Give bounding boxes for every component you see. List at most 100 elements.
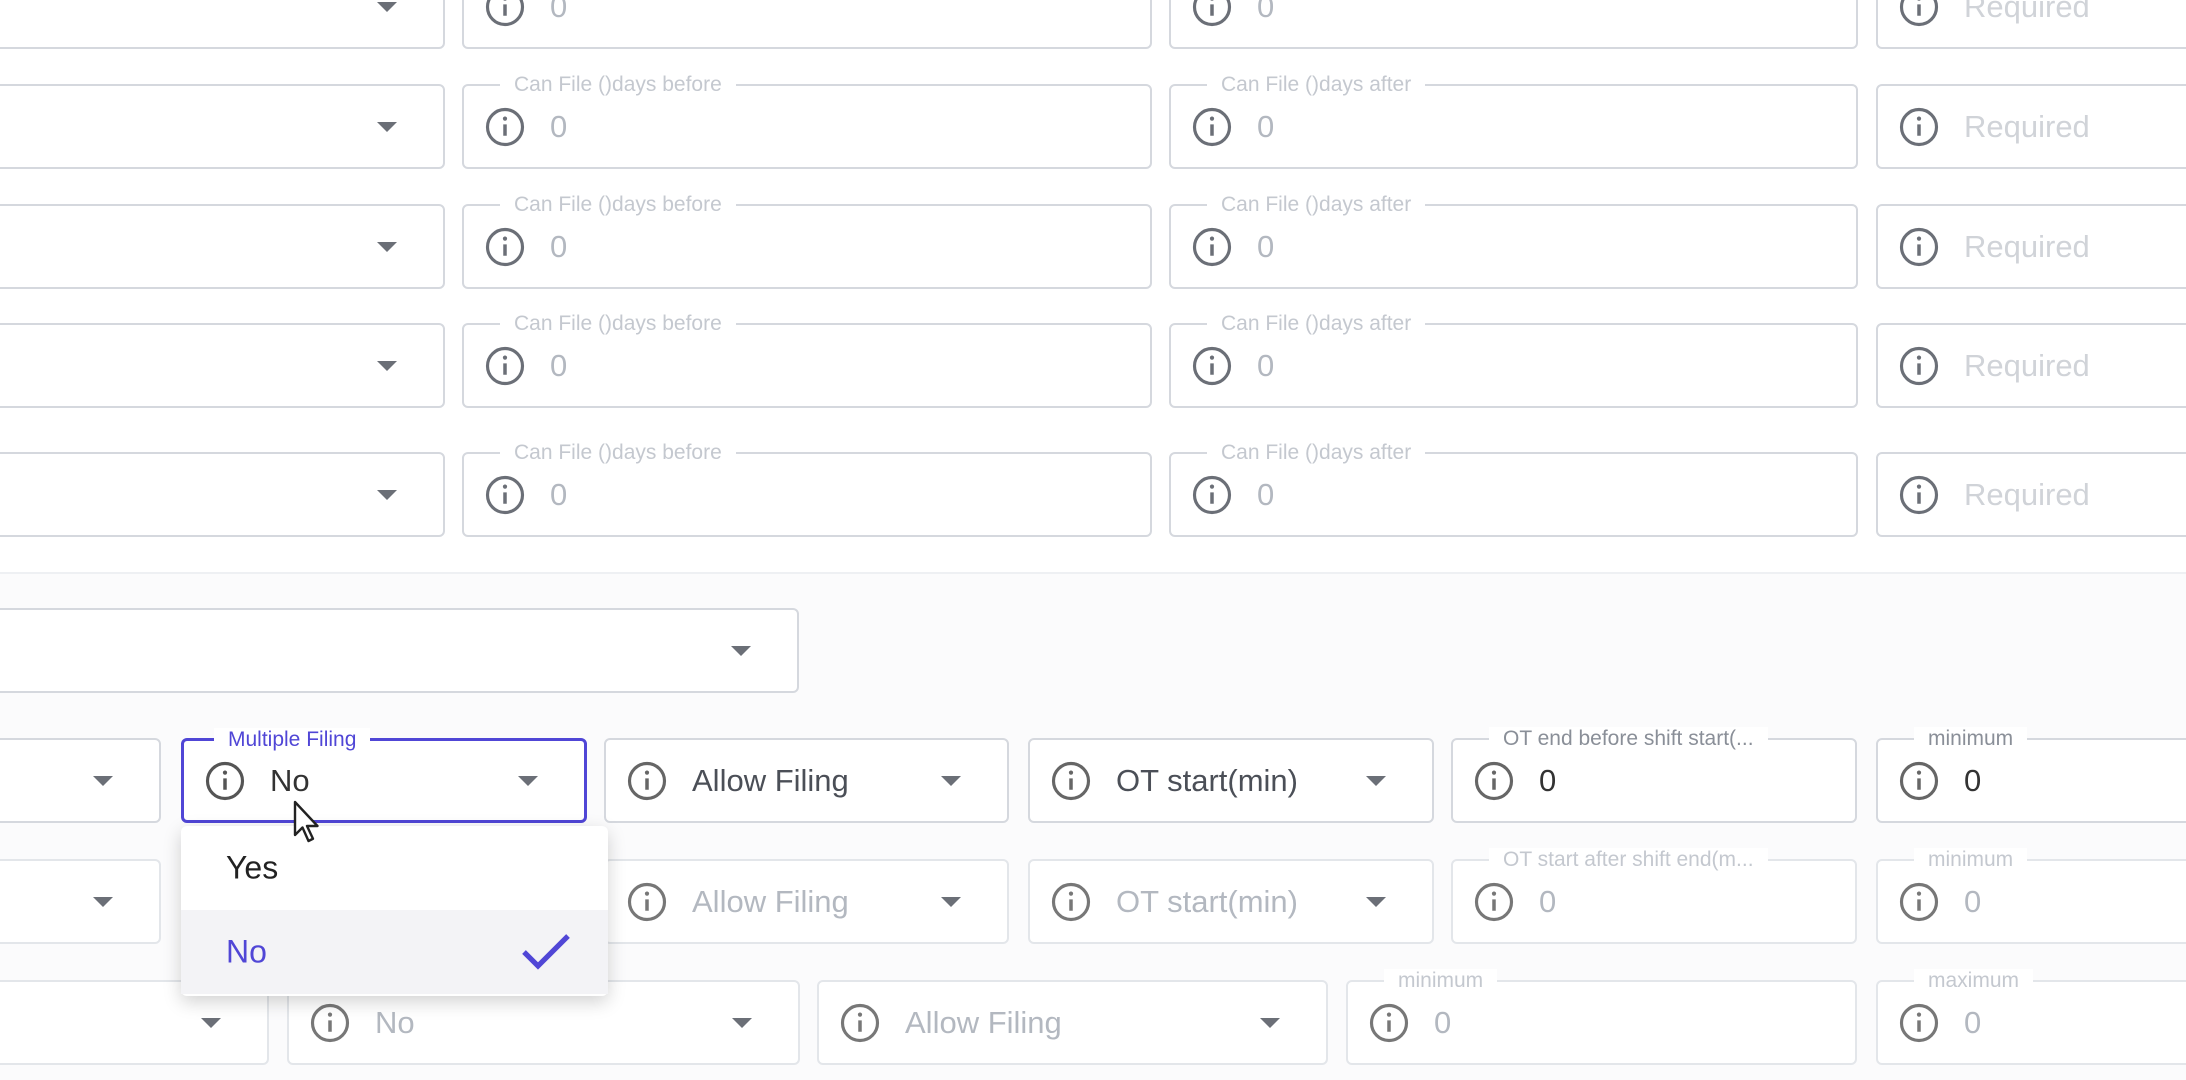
info-icon[interactable] — [484, 226, 526, 268]
info-icon[interactable] — [1050, 760, 1092, 802]
info-icon[interactable] — [626, 760, 668, 802]
info-icon[interactable] — [484, 106, 526, 148]
row-type-select[interactable] — [0, 452, 445, 537]
row-type-select[interactable] — [0, 0, 445, 49]
row-type-select[interactable] — [0, 323, 445, 408]
can-file-days-before-field[interactable]: Can File ()days before 0 — [462, 193, 1152, 289]
ot-end-before-shift-field[interactable]: OT end before shift start(... 0 — [1451, 727, 1857, 823]
required-field[interactable]: Required — [1876, 204, 2186, 289]
option-label: Yes — [226, 849, 279, 886]
can-file-days-before-value: 0 — [550, 108, 568, 144]
can-file-days-after-field[interactable]: Can File ()days after 0 — [1169, 441, 1858, 537]
info-icon[interactable] — [1473, 881, 1515, 923]
multiple-filing-value: No — [270, 762, 310, 798]
chevron-down-icon — [377, 360, 397, 371]
info-icon[interactable] — [204, 760, 246, 802]
chevron-down-icon — [93, 775, 113, 786]
multiple-filing-select[interactable]: Multiple Filing No — [181, 728, 587, 823]
ot1-minimum-field[interactable]: minimum 0 — [1876, 727, 2186, 823]
info-icon[interactable] — [1191, 106, 1233, 148]
ot1-type-select[interactable] — [0, 738, 161, 823]
check-icon — [522, 934, 570, 970]
info-icon[interactable] — [1898, 106, 1940, 148]
info-icon[interactable] — [1898, 1002, 1940, 1044]
ot2-type-select[interactable] — [0, 859, 161, 944]
no-value: No — [375, 1004, 415, 1040]
info-icon[interactable] — [1191, 345, 1233, 387]
row3-allow-filing-select[interactable]: Allow Filing — [817, 980, 1328, 1065]
can-file-days-before-field[interactable]: 0 — [462, 0, 1152, 49]
can-file-days-after-field[interactable]: Can File ()days after 0 — [1169, 193, 1858, 289]
can-file-days-after-field[interactable]: Can File ()days after 0 — [1169, 312, 1858, 408]
can-file-days-before-field[interactable]: Can File ()days before 0 — [462, 312, 1152, 408]
ot2-ot-start-select[interactable]: OT start(min) — [1028, 859, 1434, 944]
can-file-days-before-value: 0 — [550, 0, 568, 24]
required-placeholder: Required — [1964, 0, 2090, 24]
ot-end-before-shift-value: 0 — [1539, 762, 1557, 798]
chevron-down-icon — [1366, 775, 1386, 786]
can-file-days-after-label: Can File ()days after — [1207, 193, 1426, 217]
ot2-minimum-field[interactable]: minimum 0 — [1876, 848, 2186, 944]
info-icon[interactable] — [484, 474, 526, 516]
can-file-days-after-field[interactable]: Can File ()days after 0 — [1169, 73, 1858, 169]
info-icon[interactable] — [1368, 1002, 1410, 1044]
chevron-down-icon — [377, 121, 397, 132]
allow-filing-value: Allow Filing — [692, 883, 849, 919]
ot2-allow-filing-select[interactable]: Allow Filing — [604, 859, 1009, 944]
chevron-down-icon — [1366, 896, 1386, 907]
required-field[interactable]: Required — [1876, 452, 2186, 537]
info-icon[interactable] — [1898, 881, 1940, 923]
chevron-down-icon — [93, 896, 113, 907]
info-icon[interactable] — [1898, 474, 1940, 516]
info-icon[interactable] — [1191, 474, 1233, 516]
info-icon[interactable] — [626, 881, 668, 923]
required-field[interactable]: Required — [1876, 0, 2186, 49]
minimum-label: minimum — [1914, 848, 2028, 872]
chevron-down-icon — [377, 489, 397, 500]
multiple-filing-dropdown-menu: Yes No — [181, 826, 608, 996]
can-file-days-after-value: 0 — [1257, 228, 1275, 264]
chevron-down-icon — [377, 241, 397, 252]
can-file-days-before-field[interactable]: Can File ()days before 0 — [462, 441, 1152, 537]
required-field[interactable]: Required — [1876, 84, 2186, 169]
ot1-allow-filing-select[interactable]: Allow Filing — [604, 738, 1009, 823]
required-placeholder: Required — [1964, 108, 2090, 144]
info-icon[interactable] — [1473, 760, 1515, 802]
dropdown-option-yes[interactable]: Yes — [181, 826, 608, 910]
info-icon[interactable] — [484, 345, 526, 387]
chevron-down-icon — [732, 1017, 752, 1028]
row-type-select[interactable] — [0, 204, 445, 289]
dropdown-option-no[interactable]: No — [181, 910, 608, 994]
ot1-ot-start-select[interactable]: OT start(min) — [1028, 738, 1434, 823]
can-file-days-after-label: Can File ()days after — [1207, 441, 1426, 465]
can-file-days-after-value: 0 — [1257, 476, 1275, 512]
info-icon[interactable] — [1191, 226, 1233, 268]
can-file-days-before-label: Can File ()days before — [500, 73, 736, 97]
ot-start-after-shift-field[interactable]: OT start after shift end(m... 0 — [1451, 848, 1857, 944]
minimum-label: minimum — [1914, 727, 2028, 751]
info-icon[interactable] — [1898, 226, 1940, 268]
can-file-days-before-field[interactable]: Can File ()days before 0 — [462, 73, 1152, 169]
chevron-down-icon — [518, 775, 538, 786]
info-icon[interactable] — [309, 1002, 351, 1044]
can-file-days-before-value: 0 — [550, 476, 568, 512]
row-type-select[interactable] — [0, 84, 445, 169]
can-file-days-after-field[interactable]: 0 — [1169, 0, 1858, 49]
row3-maximum-field[interactable]: maximum 0 — [1876, 969, 2186, 1065]
ot-start-after-shift-label: OT start after shift end(m... — [1489, 848, 1768, 872]
can-file-days-before-label: Can File ()days before — [500, 441, 736, 465]
can-file-days-before-label: Can File ()days before — [500, 193, 736, 217]
info-icon[interactable] — [1898, 345, 1940, 387]
info-icon[interactable] — [484, 0, 526, 28]
can-file-days-before-value: 0 — [550, 228, 568, 264]
info-icon[interactable] — [839, 1002, 881, 1044]
ot-start-value: OT start(min) — [1116, 883, 1298, 919]
required-field[interactable]: Required — [1876, 323, 2186, 408]
row3-minimum-field[interactable]: minimum 0 — [1346, 969, 1857, 1065]
info-icon[interactable] — [1191, 0, 1233, 28]
mouse-cursor-icon — [293, 800, 319, 843]
info-icon[interactable] — [1050, 881, 1092, 923]
info-icon[interactable] — [1898, 0, 1940, 28]
info-icon[interactable] — [1898, 760, 1940, 802]
wide-select[interactable] — [0, 608, 799, 693]
